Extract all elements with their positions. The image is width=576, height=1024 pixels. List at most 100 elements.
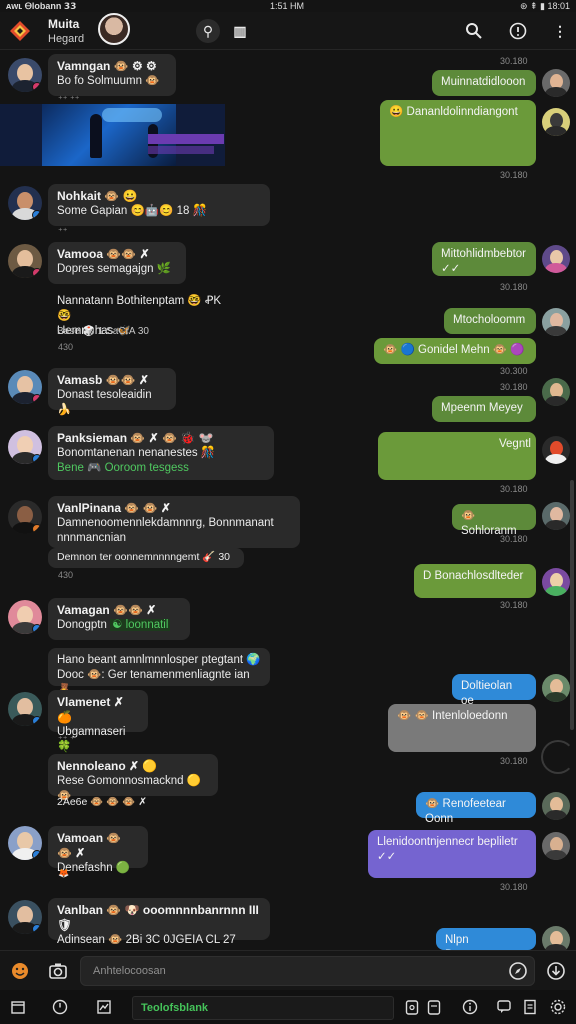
incoming-message[interactable]: Vanlban 🐵 🐶 ooomnnnbanrnnn III 🛡 Adinsea… <box>48 898 270 946</box>
settings-gear-icon[interactable] <box>548 997 568 1017</box>
quick-action-field[interactable]: Teolofsblank <box>132 996 394 1020</box>
avatar[interactable] <box>8 244 42 278</box>
outgoing-message[interactable]: Mpeenm Meyey <box>432 396 536 422</box>
incoming-message[interactable]: Vamagan 🐵🐵 ✗ Donogptn ☯ loonnatil <box>48 598 190 640</box>
message-text: 🐵 🐵 Intenloloedonn <box>397 710 508 722</box>
incoming-message[interactable]: Vamoan 🐵 🐵 ✗ Denefashn 🟢 <box>48 826 148 874</box>
message-text: Adinsean 🐵 2Bi 3C 0JGEIA CL 27 <box>57 934 236 946</box>
info-icon[interactable] <box>506 19 530 43</box>
message-text: 🐵 🔵 Gonidel Mehn 🐵 🟣 <box>383 344 525 356</box>
message-meta: 430 <box>58 342 74 352</box>
outgoing-message[interactable]: 😀 Dananldolinndiangont <box>380 100 536 166</box>
avatar[interactable] <box>542 792 570 820</box>
message-text: Nannatann Bothitenptam 🤓 ꝒK 🤓 <box>57 295 222 322</box>
incoming-message[interactable]: VanlPinana 🐵 🐵 ✗ Damnenoomennlekdamnnrg,… <box>48 496 300 548</box>
pin-icon[interactable]: ⚲ <box>196 19 220 43</box>
outgoing-message[interactable]: 🐵 🐵 Intenloloedonn <box>388 704 536 752</box>
chat-title: Muita <box>48 17 80 31</box>
chat-subtitle: Hegard <box>48 33 85 45</box>
outgoing-message[interactable]: Nlpn Doomnmeenner <box>436 928 536 950</box>
outgoing-message[interactable]: 🐵 Sohloranm <box>452 504 536 537</box>
message-link[interactable]: ☯ loonnatil <box>110 619 171 631</box>
columns-icon[interactable]: ▥ <box>228 19 252 43</box>
avatar[interactable] <box>542 69 570 97</box>
message-text: Mpeenm Meyey <box>441 402 523 414</box>
sender-name: Vamagan 🐵🐵 ✗ <box>57 603 157 617</box>
avatar[interactable] <box>8 500 42 534</box>
message-extra: Base 🎲 1 SaCrA 30 <box>48 324 158 342</box>
avatar[interactable] <box>8 600 42 634</box>
emoji-icon[interactable] <box>8 959 32 983</box>
camera-icon[interactable] <box>46 959 70 983</box>
more-menu-icon[interactable]: ⋮ <box>548 19 572 43</box>
avatar[interactable] <box>8 370 42 404</box>
video-thumbnail[interactable] <box>0 104 225 166</box>
outgoing-message[interactable]: Mtocholoomm <box>444 308 536 334</box>
incoming-message[interactable]: Vamngan 🐵 ⚙ ⚙ Bo fo Solmuumn 🐵 <box>48 54 176 96</box>
outgoing-message[interactable]: Llenidoontnjennecr bepliletr ✓✓ <box>368 830 536 878</box>
avatar[interactable] <box>542 378 570 406</box>
message-extra-text: 2Ae6e 🐵 🐵 🐵 ✗ <box>57 796 148 808</box>
sender-name: Vanlban 🐵 🐶 ooomnnnbanrnnn III 🛡 <box>57 903 259 932</box>
avatar[interactable] <box>8 900 42 934</box>
avatar[interactable] <box>542 674 570 702</box>
tag-icon[interactable] <box>424 997 444 1017</box>
message-list[interactable]: Vamngan 🐵 ⚙ ⚙ Bo fo Solmuumn 🐵 ⁺⁺ ⁺⁺ Mui… <box>0 50 576 950</box>
message-link[interactable]: Bene 🎮 Ooroom tesgess <box>57 461 265 476</box>
incoming-message[interactable]: Vamooa 🐵🐵 ✗ Dopres semagajgn 🌿 <box>48 242 186 284</box>
clock-icon[interactable] <box>50 997 70 1017</box>
avatar[interactable] <box>542 108 570 136</box>
message-text: Bo fo Solmuumn 🐵 <box>57 75 160 87</box>
avatar[interactable] <box>542 308 570 336</box>
message-text: D Bonachlosdlteder <box>423 570 524 582</box>
outgoing-message[interactable]: Vegntl <box>378 432 536 480</box>
incoming-message[interactable]: Hano beant amnlmnnlosper ptegtant 🌍 Dooc… <box>48 648 270 696</box>
avatar[interactable] <box>542 832 570 860</box>
chart-icon[interactable] <box>94 997 114 1017</box>
send-compass-icon[interactable] <box>506 959 530 983</box>
chat-title-block[interactable]: Muita Hegard <box>48 17 84 45</box>
avatar[interactable] <box>542 436 570 464</box>
chat-bubble-icon[interactable] <box>494 997 514 1017</box>
avatar[interactable] <box>542 568 570 596</box>
outgoing-message[interactable]: Muinnatdidlooon <box>432 70 536 96</box>
outgoing-message[interactable]: 🐵 Renofeetear Oonn <box>416 792 536 825</box>
chat-avatar[interactable] <box>98 13 130 45</box>
message-extra-text: Base 🎲 1 SaCrA 30 <box>57 326 149 337</box>
message-time: 30.180 <box>500 382 528 392</box>
avatar[interactable] <box>8 692 42 726</box>
outgoing-message[interactable]: 🐵 🔵 Gonidel Mehn 🐵 🟣 <box>374 338 536 364</box>
incoming-message[interactable]: Nohkait 🐵 😀 Some Gapian 😊🤖😊 18 🎊 <box>48 184 270 226</box>
search-icon[interactable] <box>462 19 486 43</box>
incoming-message[interactable]: Nennoleano ✗ 🟡 Rese Gomonnosmacknd 🟡 🐵 <box>48 754 218 802</box>
incoming-message[interactable]: Vamasb 🐵🐵 ✗ Donast tesoleaidin 🍌 <box>48 368 176 416</box>
app-logo-icon[interactable] <box>8 19 32 43</box>
message-text: Doltieolan oe <box>461 680 513 707</box>
message-extra: Demnon ter oonnemnnnngemt 🎸 30 <box>48 548 244 568</box>
avatar[interactable] <box>8 430 42 464</box>
sender-name: Vamooa 🐵🐵 ✗ <box>57 247 150 261</box>
scrollbar[interactable] <box>570 480 574 730</box>
outgoing-message[interactable]: D Bonachlosdlteder <box>414 564 536 598</box>
message-extra-text: Demnon ter oonnemnnnngemt 🎸 30 <box>57 551 231 563</box>
message-input[interactable] <box>80 956 535 986</box>
document-icon[interactable] <box>520 997 540 1017</box>
clipboard-icon[interactable] <box>402 997 422 1017</box>
calendar-icon[interactable] <box>8 997 28 1017</box>
avatar[interactable] <box>542 502 570 530</box>
sender-name: Nennoleano ✗ 🟡 <box>57 759 158 773</box>
avatar[interactable] <box>8 826 42 860</box>
avatar[interactable] <box>8 186 42 220</box>
avatar[interactable] <box>542 245 570 273</box>
status-time: 1:51 ΗΜ <box>270 1 305 11</box>
info-circle-icon[interactable] <box>460 997 480 1017</box>
incoming-message[interactable]: Panksieman 🐵 ✗ 🐵 🐞 🐭 Bonomtanenan nenane… <box>48 426 274 480</box>
outgoing-message[interactable]: Doltieolan oe <box>452 674 536 707</box>
incoming-message[interactable]: Nannatann Bothitenptam 🤓 ꝒK 🤓 Uemre has … <box>48 290 244 337</box>
message-time: 30.180 <box>500 56 528 66</box>
avatar[interactable] <box>8 58 42 92</box>
outgoing-message[interactable]: Mittohlidmbebtor ✓✓ <box>432 242 536 276</box>
download-icon[interactable] <box>544 959 568 983</box>
avatar[interactable] <box>542 926 570 950</box>
incoming-message[interactable]: Vlamenet ✗ 🍊 Ubgamnaseri 🍀 <box>48 690 148 753</box>
